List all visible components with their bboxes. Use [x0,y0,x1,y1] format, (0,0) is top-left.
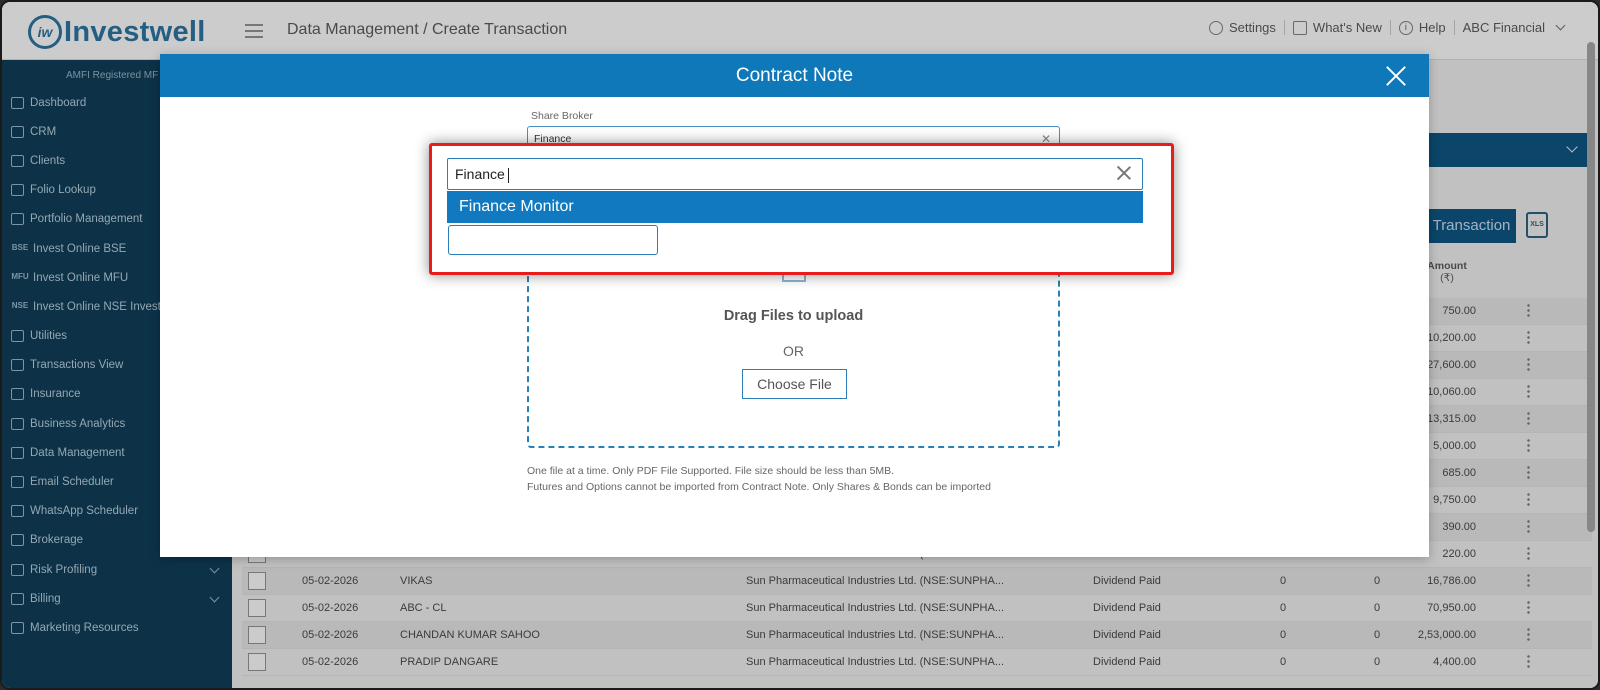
broker-dropdown-highlight: Finance Finance Monitor [429,143,1174,275]
file-note: One file at a time. Only PDF File Suppor… [527,465,895,477]
share-broker-label: Share Broker [531,110,593,122]
contract-note-modal: Contract Note Share Broker Finance ✕ Dra… [160,54,1429,557]
choose-file-button[interactable]: Choose File [742,369,847,399]
or-text: OR [783,343,804,359]
text-caret [507,167,509,183]
close-icon[interactable] [1385,65,1407,87]
modal-header: Contract Note [160,54,1429,97]
clear-search-icon[interactable] [1116,165,1132,181]
import-note: Futures and Options cannot be imported f… [527,481,991,493]
modal-title: Contract Note [735,65,854,86]
broker-search-value: Finance [455,166,505,182]
broker-search-input[interactable]: Finance [447,158,1143,190]
empty-input-field[interactable] [448,225,658,255]
app-window: iw Investwell Data Management / Create T… [0,0,1600,690]
file-dropzone[interactable]: Drag Files to upload OR Choose File [527,268,1060,448]
drag-files-text: Drag Files to upload [723,308,864,324]
broker-option-finance-monitor[interactable]: Finance Monitor [447,191,1143,223]
